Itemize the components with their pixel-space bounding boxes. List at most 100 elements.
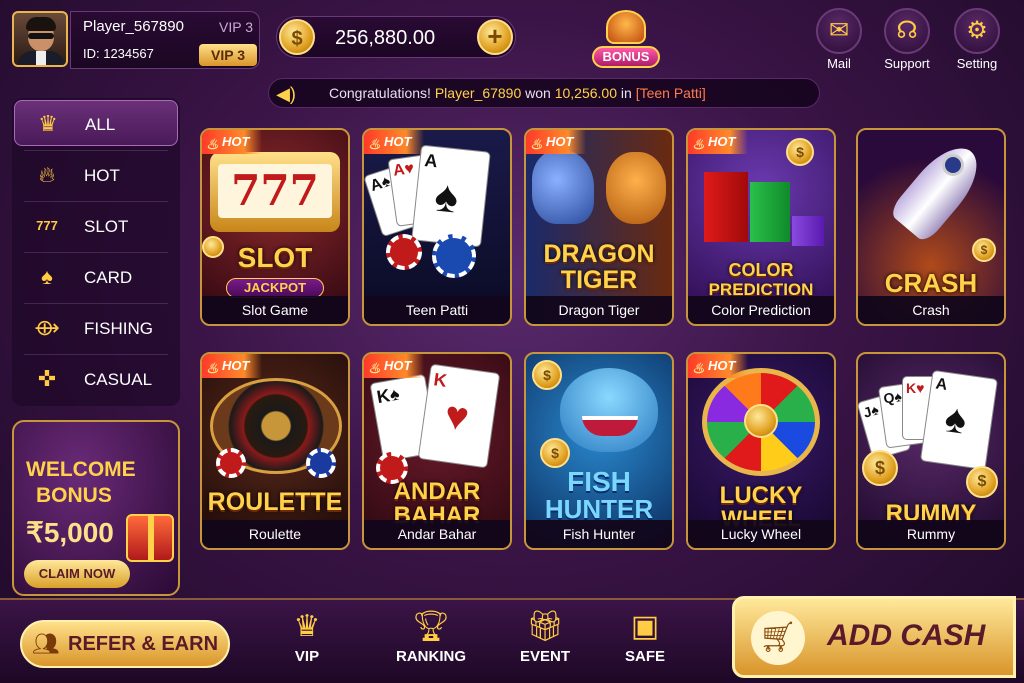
rocket-icon <box>887 135 991 245</box>
sidebar-item-fishing[interactable]: ⟴ FISHING <box>14 305 178 351</box>
sidebar-item-casual[interactable]: ✜ CASUAL <box>14 356 178 402</box>
slot-777-icon: 777 <box>36 218 58 233</box>
player-info-panel[interactable]: Player_567890 VIP 3 ID: 1234567 VIP 3 <box>70 11 260 69</box>
slot-machine-art: 777 SLOT JACKPOT <box>202 130 348 298</box>
sidebar-item-label: HOT <box>84 166 120 185</box>
hot-tag: ♨ HOT <box>688 130 748 154</box>
nav-safe[interactable]: ▣ SAFE <box>600 606 690 676</box>
add-cash-button[interactable]: 🛒︎ ADD CASH <box>732 596 1016 678</box>
game-card-fish-hunter[interactable]: $ $ FISH HUNTER Fish Hunter <box>524 352 674 550</box>
crash-title: CRASH <box>884 268 978 298</box>
hot-label: HOT <box>222 134 250 149</box>
welcome-bonus-banner[interactable]: WELCOME BONUS ₹5,000 CLAIM NOW <box>12 420 180 596</box>
headset-icon: ☊ <box>884 8 930 54</box>
game-card-slot[interactable]: 777 SLOT JACKPOT ♨ HOT Slot Game <box>200 128 350 326</box>
poker-chip <box>216 448 246 478</box>
add-balance-button[interactable]: + <box>477 19 513 55</box>
mail-label: Mail <box>827 56 851 71</box>
flame-icon: ♨ <box>530 136 543 152</box>
game-card-color-prediction[interactable]: $ COLOR PREDICTION ♨ HOT Color Prediction <box>686 128 836 326</box>
users-icon: 👥︎ <box>32 631 60 656</box>
top-bar: Player_567890 VIP 3 ID: 1234567 VIP 3 $ … <box>0 0 1024 80</box>
setting-button[interactable]: ⚙ Setting <box>944 8 1010 72</box>
hot-label: HOT <box>546 134 574 149</box>
divider <box>24 201 168 202</box>
roulette-art: ROULETTE <box>202 354 348 522</box>
crown-icon: ♛ <box>38 111 58 136</box>
game-card-teen-patti[interactable]: A♠ A♥ A ♠ ♨ HOT Teen Patti <box>362 128 512 326</box>
flame-icon: ♨ <box>206 136 219 152</box>
andar-bahar-art: K♠ K ♥ ANDAR BAHAR <box>364 354 510 529</box>
coin-icon: $ <box>786 138 814 166</box>
player-avatar[interactable] <box>12 11 68 67</box>
hot-tag: ♨ HOT <box>364 354 424 378</box>
support-button[interactable]: ☊ Support <box>874 8 940 72</box>
dragon-tiger-art: DRAGON TIGER <box>526 130 672 298</box>
coin-icon <box>202 236 224 258</box>
gift-box-icon <box>126 514 174 562</box>
divider <box>24 354 168 355</box>
game-name: Rummy <box>858 520 1004 548</box>
sidebar-item-slot[interactable]: 777 SLOT <box>14 203 178 249</box>
dragon-title: DRAGON <box>543 240 655 268</box>
gear-icon: ⚙ <box>954 8 1000 54</box>
refer-and-earn-button[interactable]: 👥︎ REFER & EARN <box>20 620 230 668</box>
game-card-rummy[interactable]: J♠ Q♠ K♥ A ♠ $ $ RUMMY Rummy <box>856 352 1006 550</box>
green-bar <box>750 182 790 242</box>
sidebar-item-card[interactable]: ♠ CARD <box>14 254 178 300</box>
hot-label: HOT <box>708 134 736 149</box>
game-card-dragon-tiger[interactable]: DRAGON TIGER ♨ HOT Dragon Tiger <box>524 128 674 326</box>
bonus-button[interactable]: BONUS <box>588 6 664 72</box>
game-card-lucky-wheel[interactable]: LUCKY WHEEL ♨ HOT Lucky Wheel <box>686 352 836 550</box>
mail-button[interactable]: ✉ Mail <box>806 8 872 72</box>
ticker-text: Congratulations! Player_67890 won 10,256… <box>329 85 706 101</box>
ticker-game: [Teen Patti] <box>635 85 706 101</box>
nav-event[interactable]: 🎁︎ EVENT <box>500 606 590 676</box>
ticker-player: Player_67890 <box>434 85 522 101</box>
setting-label: Setting <box>956 56 998 71</box>
claim-now-button[interactable]: CLAIM NOW <box>24 560 130 588</box>
nav-vip[interactable]: ♛ VIP <box>262 606 352 676</box>
sidebar-item-label: FISHING <box>84 319 153 338</box>
tiger-title: TIGER <box>560 266 638 294</box>
playing-card: A♠ <box>411 144 491 248</box>
game-name: Slot Game <box>202 296 348 324</box>
red-bar <box>704 172 748 242</box>
player-id: ID: 1234567 <box>83 46 154 61</box>
sidebar-item-hot[interactable]: 🔥︎ HOT <box>14 152 178 198</box>
rocket-window <box>942 154 964 176</box>
coin-icon: $ <box>532 360 562 390</box>
playing-card: K♥ <box>417 363 501 469</box>
trophy-icon: 🏆︎ <box>411 610 451 643</box>
game-name: Lucky Wheel <box>688 520 834 548</box>
hot-tag: ♨ HOT <box>526 130 586 154</box>
sidebar-item-label: CASUAL <box>84 370 153 389</box>
flame-icon: ♨ <box>692 360 705 376</box>
mail-icon: ✉ <box>816 8 862 54</box>
game-card-crash[interactable]: $ CRASH Crash <box>856 128 1006 326</box>
sidebar-item-all[interactable]: ♛ ALL <box>14 100 178 146</box>
hot-tag: ♨ HOT <box>202 130 262 154</box>
game-card-andar-bahar[interactable]: K♠ K ♥ ANDAR BAHAR ♨ HOT Andar Bahar <box>362 352 512 550</box>
teen-patti-art: A♠ A♥ A ♠ <box>364 130 510 298</box>
crown-icon: ♛ <box>293 610 321 643</box>
hot-tag: ♨ HOT <box>688 354 748 378</box>
nav-ranking[interactable]: 🏆︎ RANKING <box>386 606 476 676</box>
poker-chip <box>386 234 422 270</box>
flame-icon: 🔥︎ <box>38 162 56 187</box>
dragon-icon <box>532 150 594 224</box>
avatar-glasses <box>28 33 54 39</box>
player-vip-level: VIP 3 <box>219 19 253 35</box>
slot-reels: 777 <box>218 164 332 218</box>
sidebar-item-label: SLOT <box>84 217 129 236</box>
ticker-in: in <box>620 85 632 101</box>
roulette-title: ROULETTE <box>207 488 343 516</box>
welcome-title-line2: BONUS <box>36 484 112 507</box>
color-prediction-art: $ COLOR PREDICTION <box>688 130 834 299</box>
divider <box>24 303 168 304</box>
vip-badge[interactable]: VIP 3 <box>199 44 257 66</box>
game-name: Color Prediction <box>688 296 834 324</box>
game-card-roulette[interactable]: ROULETTE ♨ HOT Roulette <box>200 352 350 550</box>
divider <box>24 252 168 253</box>
poker-chip <box>306 448 336 478</box>
